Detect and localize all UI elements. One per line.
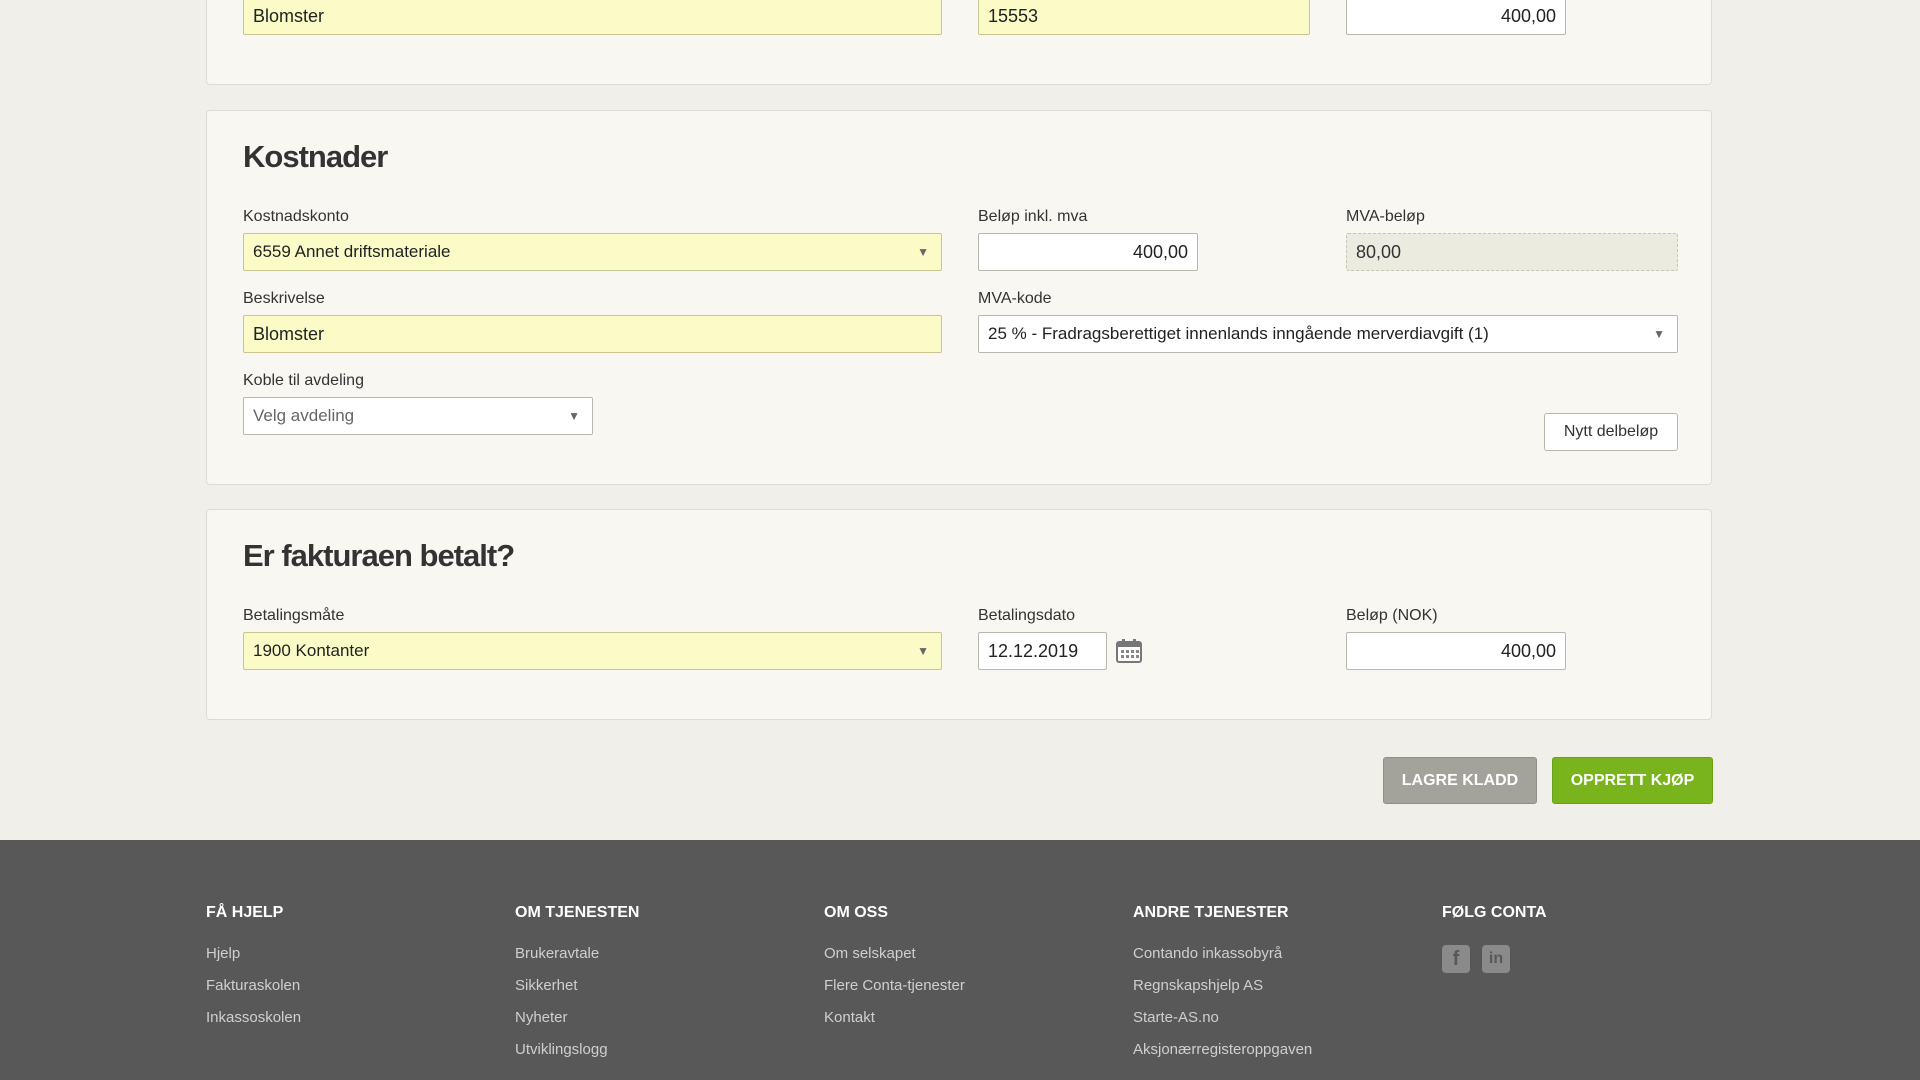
footer-link-sikkerhet[interactable]: Sikkerhet xyxy=(515,977,578,994)
description-label: Beskrivelse xyxy=(243,290,325,307)
linkedin-icon[interactable]: in xyxy=(1482,945,1510,973)
payment-method-label: Betalingsmåte xyxy=(243,607,345,624)
payment-method-select[interactable]: 1900 Kontanter ▼ xyxy=(243,632,942,670)
footer-link-fakturaskolen[interactable]: Fakturaskolen xyxy=(206,977,300,994)
footer-help-title: FÅ HJELP xyxy=(206,904,284,921)
costs-panel: Kostnader Kostnadskonto 6559 Annet drift… xyxy=(206,110,1712,485)
create-purchase-button[interactable]: OPPRETT KJØP xyxy=(1552,757,1713,804)
description-top-field[interactable]: Blomster xyxy=(243,0,942,35)
footer-link-utviklingslogg[interactable]: Utviklingslogg xyxy=(515,1041,608,1058)
cost-account-label: Kostnadskonto xyxy=(243,208,349,225)
department-label: Koble til avdeling xyxy=(243,372,364,389)
vat-code-value: 25 % - Fradragsberettiget innenlands inn… xyxy=(988,324,1489,343)
payment-method-value: 1900 Kontanter xyxy=(253,641,370,660)
footer-link-om-selskapet[interactable]: Om selskapet xyxy=(824,945,916,962)
footer-link-flere-tjenester[interactable]: Flere Conta-tjenester xyxy=(824,977,965,994)
footer-link-inkassoskolen[interactable]: Inkassoskolen xyxy=(206,1009,301,1026)
chevron-down-icon: ▼ xyxy=(917,245,929,259)
footer: FÅ HJELP Hjelp Fakturaskolen Inkassoskol… xyxy=(0,840,1920,1080)
save-draft-button[interactable]: LAGRE KLADD xyxy=(1383,757,1537,804)
footer-link-help[interactable]: Hjelp xyxy=(206,945,240,962)
purchase-details-panel: Blomster 15553 400,00 xyxy=(206,0,1712,85)
vat-amount-field: 80,00 xyxy=(1346,233,1678,271)
footer-other-services-title: ANDRE TJENESTER xyxy=(1133,904,1289,921)
department-select[interactable]: Velg avdeling ▼ xyxy=(243,397,593,435)
facebook-icon[interactable]: f xyxy=(1442,945,1470,973)
payment-title: Er fakturaen betalt? xyxy=(243,538,515,573)
amount-top-field[interactable]: 400,00 xyxy=(1346,0,1566,35)
payment-date-field[interactable]: 12.12.2019 xyxy=(978,632,1107,670)
footer-link-regnskapshjelp[interactable]: Regnskapshjelp AS xyxy=(1133,977,1263,994)
footer-link-nyheter[interactable]: Nyheter xyxy=(515,1009,568,1026)
payment-amount-field[interactable]: 400,00 xyxy=(1346,632,1566,670)
footer-about-title: OM OSS xyxy=(824,904,889,921)
invoice-number-field[interactable]: 15553 xyxy=(978,0,1310,35)
payment-panel: Er fakturaen betalt? Betalingsmåte 1900 … xyxy=(206,509,1712,720)
footer-link-kontakt[interactable]: Kontakt xyxy=(824,1009,875,1026)
new-partial-amount-button[interactable]: Nytt delbeløp xyxy=(1544,413,1678,451)
vat-code-label: MVA-kode xyxy=(978,290,1052,307)
footer-follow-title: FØLG CONTA xyxy=(1442,904,1547,921)
footer-link-contando[interactable]: Contando inkassobyrå xyxy=(1133,945,1282,962)
chevron-down-icon: ▼ xyxy=(1653,327,1665,341)
amount-incl-vat-label: Beløp inkl. mva xyxy=(978,208,1088,225)
footer-link-brukeravtale[interactable]: Brukeravtale xyxy=(515,945,599,962)
vat-amount-label: MVA-beløp xyxy=(1346,208,1425,225)
footer-link-aksjonaerregister[interactable]: Aksjonærregisteroppgaven xyxy=(1133,1041,1312,1058)
chevron-down-icon: ▼ xyxy=(568,409,580,423)
vat-code-select[interactable]: 25 % - Fradragsberettiget innenlands inn… xyxy=(978,315,1678,353)
footer-link-starte-as[interactable]: Starte-AS.no xyxy=(1133,1009,1219,1026)
cost-account-value: 6559 Annet driftsmateriale xyxy=(253,242,451,261)
payment-amount-label: Beløp (NOK) xyxy=(1346,607,1438,624)
footer-service-title: OM TJENESTEN xyxy=(515,904,640,921)
amount-incl-vat-field[interactable]: 400,00 xyxy=(978,233,1198,271)
calendar-icon[interactable] xyxy=(1115,638,1143,664)
department-placeholder: Velg avdeling xyxy=(253,406,355,425)
payment-date-label: Betalingsdato xyxy=(978,607,1075,624)
chevron-down-icon: ▼ xyxy=(917,644,929,658)
cost-account-select[interactable]: 6559 Annet driftsmateriale ▼ xyxy=(243,233,942,271)
costs-title: Kostnader xyxy=(243,139,388,174)
description-field[interactable]: Blomster xyxy=(243,315,942,353)
